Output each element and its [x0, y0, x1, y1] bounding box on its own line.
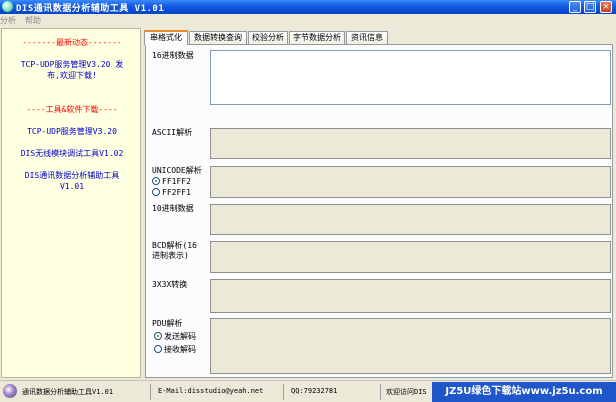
downloads-header: ----工具&软件下载----: [26, 105, 118, 114]
radio-icon: [154, 345, 162, 353]
app-icon[interactable]: [2, 1, 13, 12]
hex-label: 16进制数据: [152, 51, 194, 60]
unicode-output[interactable]: [210, 166, 611, 198]
menu-analyze[interactable]: 分析: [0, 15, 16, 26]
app-status-icon: [3, 384, 17, 398]
download-link-wireless[interactable]: DIS无线模块调试工具V1.02: [2, 148, 142, 159]
unicode-ff2ff1-radio[interactable]: FF2FF1: [152, 188, 191, 198]
radio-selected-icon: [154, 332, 162, 340]
menu-help[interactable]: 帮助: [25, 15, 41, 26]
status-qq: QQ:79232781: [291, 387, 338, 395]
download-link-tcpudp[interactable]: TCP-UDP服务管理V3.20: [2, 126, 142, 137]
pdu-send-radio[interactable]: 发送解码: [154, 332, 196, 342]
format-tab-content: 16进制数据 ASCII解析 UNICODE解析 FF1FF2 FF2FF1 1…: [145, 44, 613, 378]
left-info-panel: -------最新动态------- TCP-UDP服务管理V3.20 发 布,…: [1, 28, 141, 378]
watermark-banner: JZ5U绿色下载站www.jz5u.com: [432, 382, 616, 402]
unicode-ff1ff2-radio[interactable]: FF1FF2: [152, 177, 191, 187]
tab-byte-analysis[interactable]: 字节数据分析: [289, 31, 345, 44]
tab-checksum[interactable]: 校验分析: [248, 31, 288, 44]
news-link-line1[interactable]: TCP-UDP服务管理V3.20 发: [2, 59, 142, 70]
radio-icon: [152, 188, 160, 196]
decimal-output[interactable]: [210, 204, 611, 235]
window-title: DIS通讯数据分析辅助工具 V1.01: [16, 4, 165, 14]
news-header: -------最新动态-------: [22, 38, 122, 47]
menu-bar: 分析 帮助: [0, 14, 616, 26]
decimal-label: 10进制数据: [152, 204, 194, 213]
status-app-name: 通讯数据分析辅助工具V1.01: [22, 388, 114, 396]
download-link-analyzer[interactable]: DIS通讯数据分析辅助工具: [2, 170, 142, 181]
status-separator: [380, 384, 381, 400]
hex-input[interactable]: [210, 50, 611, 105]
pdu-output[interactable]: [210, 318, 611, 374]
maximize-button[interactable]: □: [584, 1, 596, 13]
bcd-label-line1: BCD解析(16: [152, 241, 197, 250]
title-bar: DIS通讯数据分析辅助工具 V1.01 _ □ ×: [0, 0, 616, 14]
news-link-line2[interactable]: 布,欢迎下载!: [2, 70, 142, 81]
pdu-label: PDU解析: [152, 319, 183, 328]
status-email: E-Mail:disstudio@yeah.net: [158, 387, 264, 395]
close-button[interactable]: ×: [600, 1, 612, 13]
tab-conversion[interactable]: 数据转换查询: [189, 31, 247, 44]
ascii-label: ASCII解析: [152, 128, 193, 137]
conv-output[interactable]: [210, 279, 611, 313]
pdu-receive-radio[interactable]: 接收解码: [154, 345, 196, 355]
radio-selected-icon: [152, 177, 160, 185]
status-visit-link[interactable]: 欢迎访问DIS: [386, 387, 427, 397]
ascii-output[interactable]: [210, 128, 611, 159]
status-separator: [283, 384, 284, 400]
tab-format[interactable]: 串格式化: [144, 30, 188, 45]
conv-label: 3X3X转换: [152, 280, 188, 289]
unicode-label: UNICODE解析: [152, 166, 202, 175]
bcd-output[interactable]: [210, 241, 611, 273]
download-link-analyzer-version[interactable]: V1.01: [2, 181, 142, 192]
bcd-label-line2: 进制表示): [152, 251, 189, 260]
minimize-button[interactable]: _: [569, 1, 581, 13]
tab-info[interactable]: 资讯信息: [346, 31, 388, 44]
status-separator: [150, 384, 151, 400]
